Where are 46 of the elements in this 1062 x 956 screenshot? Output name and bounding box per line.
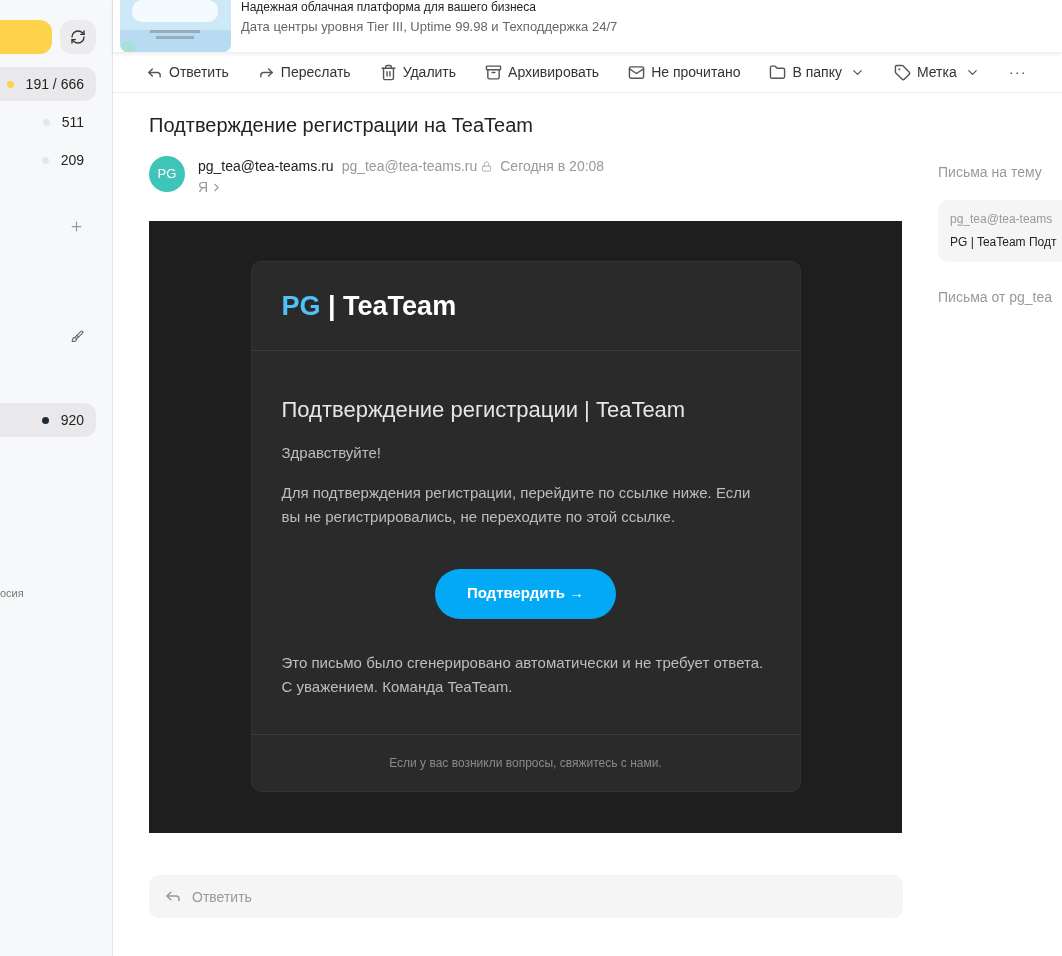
envelope-icon bbox=[628, 63, 646, 81]
toolbar-button[interactable]: Переслать bbox=[257, 61, 351, 83]
brush-icon[interactable] bbox=[71, 330, 84, 343]
message-time: Сегодня в 20:08 bbox=[500, 157, 605, 176]
ad-text: Дата центры уровня Tier III, Uptime 99.98 и Техподдержка 24/7 bbox=[241, 18, 618, 36]
ad-banner[interactable]: Надежная облачная платформа для вашего бизнеса Дата центры уровня Tier III, Uptime 99.98 и Техподдержка 24/7 bbox=[113, 0, 1062, 52]
sender-avatar: PG bbox=[149, 156, 185, 192]
closing-text: Это письмо было сгенерировано автоматически и не требует ответа. bbox=[281, 652, 765, 673]
more-button[interactable]: ··· bbox=[1008, 60, 1027, 84]
refresh-button[interactable] bbox=[60, 20, 96, 54]
sender-name[interactable]: pg_tea@tea-teams.ru bbox=[198, 156, 334, 177]
counter-text: 920 bbox=[60, 410, 84, 430]
folder-counter[interactable]: 191 / 666 bbox=[0, 67, 96, 101]
add-icon[interactable] bbox=[69, 219, 84, 234]
archive-icon bbox=[485, 63, 503, 81]
toolbar-button[interactable]: Метка bbox=[893, 61, 980, 83]
thread-title: Письма на тему bbox=[938, 163, 1043, 182]
counter-text: 191 / 666 bbox=[25, 74, 84, 94]
folder-counter[interactable]: 209 bbox=[0, 143, 96, 177]
reply-field[interactable]: Ответить bbox=[149, 875, 903, 918]
folder-counter[interactable]: 511 bbox=[0, 105, 96, 139]
email-logo: PG | TeaTeam bbox=[281, 289, 457, 323]
closing-text: С уважением. Команда TeaTeam. bbox=[281, 676, 514, 697]
sender-letters-title: Письма от pg_tea bbox=[938, 288, 1054, 307]
tag-icon bbox=[893, 63, 911, 81]
toolbar-button[interactable]: Ответить bbox=[146, 61, 229, 83]
toolbar-button[interactable]: В папку bbox=[769, 61, 865, 83]
folder-icon bbox=[769, 63, 787, 81]
lock-icon bbox=[481, 161, 493, 172]
counter-text: 511 bbox=[61, 112, 84, 132]
toolbar-button[interactable]: Архивировать bbox=[485, 61, 600, 83]
toolbar-button[interactable]: Удалить bbox=[379, 61, 457, 83]
toolbar-button[interactable]: Не прочитано bbox=[628, 61, 741, 83]
sender-email: pg_tea@tea-teams.ru bbox=[341, 157, 478, 176]
refresh-icon bbox=[70, 29, 86, 45]
body-paragraph: Для подтверждения регистрации, перейдите по ссылке ниже. Если вы не регистрировались, не переходите по этой ссылке. bbox=[281, 482, 752, 527]
folder-counter[interactable]: 920 bbox=[0, 403, 96, 437]
email-footer: Если у вас возникли вопросы, свяжитесь с нами. bbox=[389, 754, 662, 772]
email-heading: Подтверждение регистрации | TeaTeam bbox=[281, 396, 687, 424]
counter-text: 209 bbox=[60, 150, 84, 170]
message-subject: Подтверждение регистрации на TeaTeam bbox=[149, 113, 534, 138]
ad-title: Надежная облачная платформа для вашего бизнеса bbox=[241, 0, 537, 14]
footer-text: осия bbox=[0, 586, 25, 601]
greeting-text: Здравствуйте! bbox=[281, 443, 382, 463]
thread-item[interactable]: pg_tea@tea-teams PG | TeaTeam Подт bbox=[938, 200, 1062, 262]
trash-icon bbox=[379, 63, 397, 81]
